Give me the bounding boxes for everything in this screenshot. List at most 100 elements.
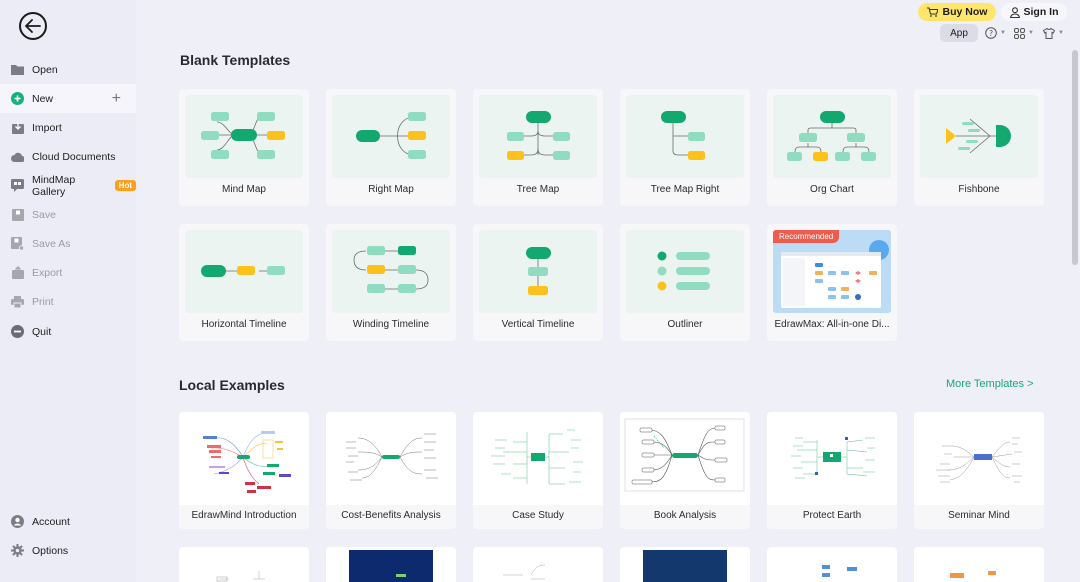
scrollbar-thumb[interactable] — [1072, 50, 1078, 265]
sidebar-item-mindmap-gallery[interactable]: MindMap Gallery Hot — [0, 171, 136, 200]
theme-shirt-icon — [1043, 27, 1055, 39]
template-label: Tree Map — [516, 184, 560, 195]
sidebar-item-print[interactable]: Print — [0, 287, 136, 316]
tree-map-thumbnail — [479, 95, 597, 178]
example-card-partial[interactable] — [473, 547, 603, 582]
right-map-thumbnail — [332, 95, 450, 178]
sidebar-item-label: Export — [32, 266, 63, 279]
sidebar-item-new[interactable]: New + — [0, 84, 136, 113]
sidebar-item-label: Import — [32, 121, 62, 134]
sidebar-item-export[interactable]: Export — [0, 258, 136, 287]
template-card-outliner[interactable]: Outliner — [620, 224, 750, 341]
template-card-horizontal-timeline[interactable]: Horizontal Timeline — [179, 224, 309, 341]
template-label: Horizontal Timeline — [201, 319, 287, 330]
example-label: Seminar Mind — [948, 510, 1010, 521]
sidebar-item-save-as[interactable]: Save As — [0, 229, 136, 258]
example-card-edrawmind-introduction[interactable]: EdrawMind Introduction — [179, 412, 309, 529]
fishbone-thumbnail — [920, 95, 1038, 178]
apps-grid-icon — [1014, 27, 1025, 39]
example-label: Protect Earth — [802, 510, 862, 521]
sidebar-item-import[interactable]: Import — [0, 113, 136, 142]
buy-now-button[interactable]: Buy Now — [918, 3, 996, 21]
template-label: Winding Timeline — [352, 319, 430, 330]
winding-timeline-thumbnail — [332, 230, 450, 313]
template-label: Org Chart — [810, 184, 854, 195]
example-card-case-study[interactable]: Case Study — [473, 412, 603, 529]
sign-in-button[interactable]: Sign In — [1001, 3, 1067, 21]
help-menu[interactable]: ? ▼ — [985, 25, 1006, 41]
save-as-icon — [11, 237, 24, 250]
app-label: App — [950, 27, 968, 39]
example-card-partial[interactable] — [620, 547, 750, 582]
user-icon — [1009, 6, 1020, 18]
plus-circle-icon — [11, 92, 24, 105]
template-card-vertical-timeline[interactable]: Vertical Timeline — [473, 224, 603, 341]
gear-icon — [11, 544, 24, 557]
outliner-thumbnail — [626, 230, 744, 313]
cloud-icon — [11, 150, 24, 163]
example-label: Case Study — [512, 510, 564, 521]
example-label: Cost-Benefits Analysis — [341, 510, 441, 521]
sidebar-item-label: Quit — [32, 325, 52, 338]
sidebar-item-label: Open — [32, 63, 58, 76]
example-card-partial[interactable] — [767, 547, 897, 582]
example-card-seminar-mind[interactable]: Seminar Mind — [914, 412, 1044, 529]
mind-map-thumbnail — [185, 95, 303, 178]
example-thumbnail — [767, 412, 897, 505]
import-icon — [11, 121, 24, 134]
example-card-partial[interactable] — [326, 547, 456, 582]
apps-menu[interactable]: ▼ — [1014, 25, 1034, 41]
example-thumbnail — [326, 412, 456, 505]
template-card-fishbone[interactable]: Fishbone — [914, 89, 1044, 206]
template-card-tree-map-right[interactable]: Tree Map Right — [620, 89, 750, 206]
add-icon[interactable]: + — [112, 90, 121, 108]
example-card-partial[interactable] — [179, 547, 309, 582]
example-label: EdrawMind Introduction — [191, 510, 297, 521]
app-button[interactable]: App — [940, 24, 978, 42]
save-icon — [11, 208, 24, 221]
back-button[interactable] — [19, 12, 47, 40]
sidebar-item-label: MindMap Gallery — [32, 173, 76, 198]
horizontal-timeline-thumbnail — [185, 230, 303, 313]
org-chart-thumbnail — [773, 95, 891, 178]
example-label: Book Analysis — [653, 510, 717, 521]
template-card-edrawmax[interactable]: Recommended EdrawMax: All-in-one Di... — [767, 224, 897, 341]
template-card-mind-map[interactable]: Mind Map — [179, 89, 309, 206]
template-card-tree-map[interactable]: Tree Map — [473, 89, 603, 206]
example-card-book-analysis[interactable]: Book Analysis — [620, 412, 750, 529]
export-icon — [11, 266, 24, 279]
sign-in-label: Sign In — [1023, 6, 1059, 18]
sidebar-item-label: Options — [32, 544, 69, 557]
sidebar-item-label: Cloud Documents — [32, 150, 116, 163]
sidebar: Open New + Import Cloud Documents MindMa… — [0, 0, 136, 582]
sidebar-item-quit[interactable]: Quit — [0, 317, 136, 346]
example-card-cost-benefits-analysis[interactable]: Cost-Benefits Analysis — [326, 412, 456, 529]
example-thumbnail — [620, 412, 750, 505]
example-thumbnail — [179, 412, 309, 505]
more-templates-link[interactable]: More Templates > — [946, 378, 1034, 390]
template-label: Vertical Timeline — [501, 319, 575, 330]
chevron-down-icon: ▼ — [1058, 30, 1064, 36]
example-card-protect-earth[interactable]: Protect Earth — [767, 412, 897, 529]
sidebar-item-label: Account — [32, 515, 70, 528]
template-card-org-chart[interactable]: Org Chart — [767, 89, 897, 206]
template-card-winding-timeline[interactable]: Winding Timeline — [326, 224, 456, 341]
print-icon — [11, 295, 24, 308]
sidebar-item-save[interactable]: Save — [0, 200, 136, 229]
sidebar-item-open[interactable]: Open — [0, 55, 136, 84]
template-card-right-map[interactable]: Right Map — [326, 89, 456, 206]
recommended-badge: Recommended — [773, 230, 840, 243]
example-card-partial[interactable] — [914, 547, 1044, 582]
theme-menu[interactable]: ▼ — [1043, 25, 1064, 41]
tree-map-right-thumbnail — [626, 95, 744, 178]
sidebar-item-cloud-documents[interactable]: Cloud Documents — [0, 142, 136, 171]
template-label: Tree Map Right — [650, 184, 720, 195]
template-label: Mind Map — [222, 184, 266, 195]
sidebar-item-options[interactable]: Options — [0, 536, 136, 565]
quit-icon — [11, 325, 24, 338]
template-label: Fishbone — [958, 184, 1000, 195]
buy-now-label: Buy Now — [942, 6, 988, 18]
template-label: EdrawMax: All-in-one Di... — [774, 319, 890, 330]
arrow-left-icon — [25, 19, 41, 33]
sidebar-item-account[interactable]: Account — [0, 507, 136, 536]
